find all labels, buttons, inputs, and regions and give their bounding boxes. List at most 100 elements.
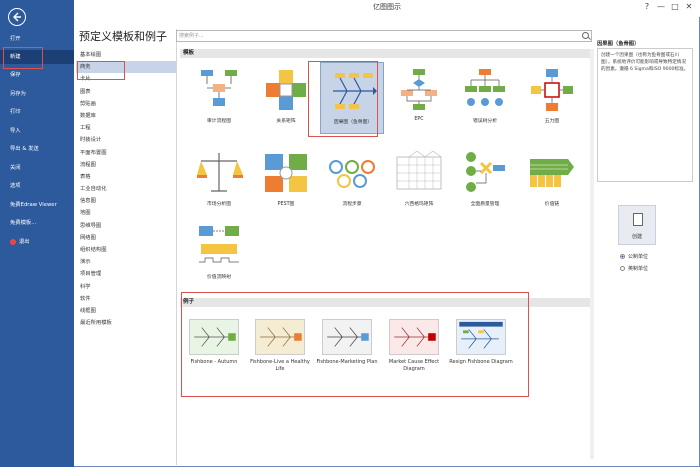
menu-open[interactable]: 打开 — [0, 32, 74, 46]
template-market-analysis[interactable]: 市场分析图 — [187, 145, 251, 217]
category-item[interactable]: 软件 — [76, 293, 176, 305]
example-thumbnail — [189, 319, 239, 355]
category-item[interactable]: 最近所用模板 — [76, 317, 176, 329]
preview-description: 创建一个因果图（也称为鱼骨图或石川图），系统地评价可能影响或导致特定情况的因素。… — [597, 48, 693, 182]
template-label: 价值链 — [544, 202, 560, 207]
example-resign-fishbone[interactable]: Resign Fishbone Diagram — [449, 313, 513, 393]
search-placeholder: 搜索例子... — [179, 33, 204, 39]
template-label: 错误树分析 — [473, 119, 497, 124]
category-item[interactable]: 线框图 — [76, 305, 176, 317]
tqm-icon — [466, 152, 505, 192]
menu-import[interactable]: 导入 — [0, 124, 74, 138]
divider — [176, 29, 177, 465]
template-label: EPC — [414, 117, 424, 122]
epc-icon — [401, 69, 437, 110]
menu-exit-label: 退出 — [19, 239, 30, 245]
highlight-new — [3, 47, 43, 69]
unit-metric-label: 公制单位 — [628, 254, 649, 260]
template-pest[interactable]: PEST图 — [254, 145, 318, 217]
category-list: 基本绘图 商务 卡片 图表 剪贴画 数据库 工程 时装设计 平面布置图 流程图 … — [76, 49, 176, 329]
highlight-fishbone — [308, 61, 378, 137]
templates-header: 模板 — [180, 49, 590, 58]
template-label: 六西格玛矩阵 — [404, 202, 434, 207]
example-label: Fishbone-Marketing Plan — [316, 359, 378, 365]
search-input[interactable]: 搜索例子... — [176, 30, 592, 42]
category-item[interactable]: 项目管理 — [76, 268, 176, 280]
minimize-button[interactable]: — — [654, 0, 668, 14]
radio-selected-icon — [620, 254, 625, 259]
category-item[interactable]: 图表 — [76, 86, 176, 98]
content-scrollbar[interactable] — [590, 49, 594, 459]
category-item[interactable]: 网络图 — [76, 232, 176, 244]
maximize-button[interactable]: □ — [668, 0, 682, 14]
template-label: 全面质量管理 — [470, 202, 500, 207]
example-thumbnail — [456, 319, 506, 355]
audit-flowchart-icon — [201, 70, 237, 106]
template-label: 五力图 — [544, 119, 560, 124]
template-value-chain[interactable]: 价值链 — [520, 145, 584, 217]
category-item[interactable]: 表格 — [76, 171, 176, 183]
highlight-business — [77, 61, 125, 80]
example-market-cause-effect[interactable]: Market Cause Effect Diagram — [382, 313, 446, 393]
create-label: 创建 — [631, 234, 642, 240]
template-fault-tree[interactable]: 错误树分析 — [453, 62, 517, 134]
search-icon[interactable] — [582, 32, 589, 39]
template-process-steps[interactable]: 流程步骤 — [320, 145, 384, 217]
category-item[interactable]: 演示 — [76, 256, 176, 268]
template-six-sigma-matrix[interactable]: 六西格玛矩阵 — [387, 145, 451, 217]
example-fishbone-marketing[interactable]: Fishbone-Marketing Plan — [315, 313, 379, 393]
category-item[interactable]: 平面布置图 — [76, 147, 176, 159]
example-thumbnail — [322, 319, 372, 355]
category-item[interactable]: 思维导图 — [76, 220, 176, 232]
example-thumbnail — [389, 319, 439, 355]
category-item[interactable]: 工业自动化 — [76, 183, 176, 195]
create-button[interactable]: 创建 — [618, 205, 656, 245]
example-label: Resign Fishbone Diagram — [449, 359, 513, 365]
category-item[interactable]: 科学 — [76, 281, 176, 293]
template-tqm[interactable]: 全面质量管理 — [453, 145, 517, 217]
category-item[interactable]: 时装设计 — [76, 134, 176, 146]
category-item[interactable]: 地图 — [76, 207, 176, 219]
menu-close[interactable]: 关闭 — [0, 161, 74, 175]
category-item[interactable]: 组织结构图 — [76, 244, 176, 256]
menu-save-as[interactable]: 另存为 — [0, 87, 74, 101]
new-document-icon — [633, 213, 643, 226]
example-label: Fishbone - Autumn — [190, 359, 238, 365]
menu-free-templates[interactable]: 免费模板... — [0, 216, 74, 230]
unit-imperial-radio[interactable]: 英制单位 — [620, 265, 648, 272]
example-fishbone-autumn[interactable]: Fishbone - Autumn — [182, 313, 246, 393]
page-title: 预定义模板和例子 — [79, 30, 167, 43]
menu-export-send[interactable]: 导出 & 发送 — [0, 142, 74, 156]
template-five-forces[interactable]: 五力图 — [520, 62, 584, 134]
five-forces-icon — [531, 69, 573, 111]
category-item[interactable]: 流程图 — [76, 159, 176, 171]
menu-exit[interactable]: 退出 — [0, 235, 74, 249]
category-item[interactable]: 工程 — [76, 122, 176, 134]
example-thumbnail — [255, 319, 305, 355]
title-bar: 亿图图示 ? — □ ✕ — [74, 0, 700, 17]
category-item[interactable]: 剪贴画 — [76, 98, 176, 110]
example-fishbone-healthy[interactable]: Fishbone-Live a Healthy Life — [248, 313, 312, 393]
example-label: Market Cause Effect Diagram — [388, 359, 440, 372]
template-label: 审计流程图 — [207, 119, 231, 124]
close-button[interactable]: ✕ — [682, 0, 696, 14]
template-audit-flow[interactable]: 审计流程图 — [187, 62, 251, 134]
exit-icon — [10, 238, 16, 245]
unit-metric-radio[interactable]: 公制单位 — [620, 253, 648, 260]
template-label: 市场分析图 — [207, 202, 231, 207]
template-epc[interactable]: EPC — [387, 62, 451, 134]
help-button[interactable]: ? — [640, 0, 654, 14]
value-stream-icon — [199, 226, 239, 263]
category-item[interactable]: 基本绘图 — [76, 49, 176, 61]
menu-options[interactable]: 选项 — [0, 179, 74, 193]
back-icon[interactable] — [8, 8, 26, 26]
backstage-menu: 打开 新建 保存 另存为 打印 导入 导出 & 发送 关闭 选项 免费Edraw… — [0, 0, 74, 467]
menu-save[interactable]: 保存 — [0, 68, 74, 82]
template-label: PEST图 — [277, 202, 295, 207]
category-item[interactable]: 信息图 — [76, 195, 176, 207]
category-item[interactable]: 数据库 — [76, 110, 176, 122]
example-label: Fishbone-Live a Healthy Life — [250, 359, 310, 372]
menu-free-viewer[interactable]: 免费Edraw Viewer — [0, 198, 74, 212]
menu-print[interactable]: 打印 — [0, 105, 74, 119]
template-value-stream[interactable]: 价值流映射 — [187, 218, 251, 290]
